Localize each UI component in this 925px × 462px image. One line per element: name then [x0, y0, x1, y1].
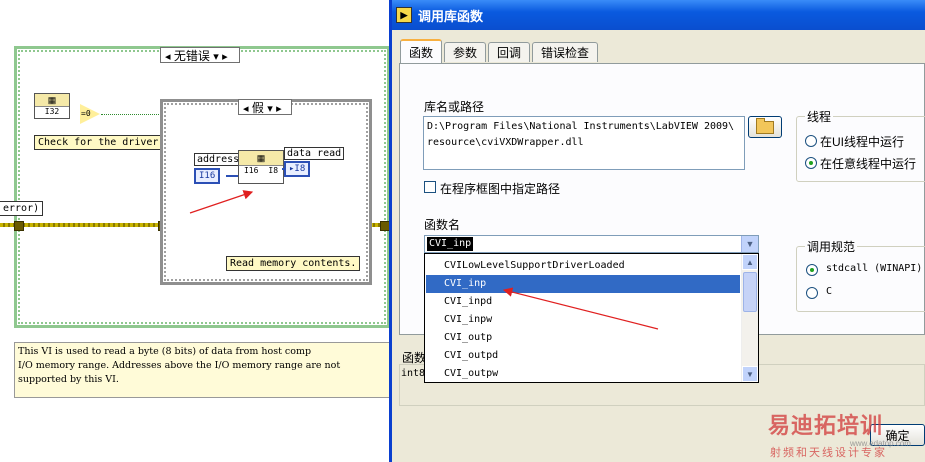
list-scrollbar[interactable]: ▲ ▼ [741, 254, 758, 382]
vi-description: This VI is used to read a byte (8 bits) … [14, 342, 390, 398]
increment-icon[interactable]: ▸ [222, 51, 228, 63]
library-icon: ▦ [256, 152, 266, 163]
watermark-brand: 易迪拓培训 [768, 413, 884, 438]
function-name-combo[interactable]: CVI_inp ▼ [424, 235, 759, 253]
read-comment: Read memory contents. [226, 256, 361, 271]
folder-icon [756, 117, 774, 134]
calling-convention-title: 调用规范 [805, 238, 858, 255]
address-control[interactable]: I16 [194, 168, 221, 184]
scroll-thumb[interactable] [743, 272, 757, 312]
error-tunnel-left[interactable] [14, 221, 24, 231]
driver-check-subvi[interactable]: ▦ I32 [34, 93, 70, 119]
inner-case-label: 假 [251, 101, 264, 115]
boolean-wire[interactable] [101, 114, 161, 115]
browse-button[interactable] [748, 116, 782, 138]
scroll-up-icon[interactable]: ▲ [742, 254, 758, 270]
list-item[interactable]: CVILowLevelSupportDriverLoaded [426, 257, 740, 275]
list-item-selected[interactable]: CVI_inp [426, 275, 740, 293]
tab-error-checking[interactable]: 错误检查 [532, 42, 599, 62]
address-label: address [194, 153, 243, 166]
labview-app-icon: ▶ [396, 7, 412, 23]
specify-path-label: 在程序框图中指定路径 [440, 182, 561, 196]
specify-path-checkbox[interactable] [424, 181, 436, 193]
driver-comment: Check for the driver. [34, 135, 169, 150]
function-list-dropdown[interactable]: CVILowLevelSupportDriverLoaded CVI_inp C… [424, 253, 759, 383]
list-item[interactable]: CVI_inpd [426, 293, 740, 311]
list-item[interactable]: CVI_outpd [426, 347, 740, 365]
call-library-node[interactable]: ▦ I16 I8 [238, 150, 284, 184]
prototype-label: 函数 [402, 351, 427, 365]
radio-c-label: C [826, 286, 833, 297]
outer-case-label: 无错误 [173, 49, 210, 63]
driver-icon: ▦ [47, 94, 57, 105]
decrement-icon[interactable]: ◂ [165, 51, 171, 63]
dialog-title: 调用库函数 [418, 8, 484, 24]
library-path-field[interactable]: D:\Program Files\National Instruments\La… [423, 116, 745, 170]
chevron-down-icon[interactable]: ▼ [741, 236, 758, 252]
function-name-value: CVI_inp [427, 237, 474, 251]
compare-output-label: =0 [81, 109, 91, 118]
radio-any-thread-label: 在任意线程中运行 [820, 157, 917, 171]
dialog-titlebar[interactable]: ▶ 调用库函数 [392, 0, 925, 30]
error-cluster-label: error) [0, 201, 44, 216]
dropdown-icon[interactable]: ▾ [267, 103, 273, 115]
address-wire[interactable] [226, 175, 238, 177]
list-item[interactable]: CVI_inpw [426, 311, 740, 329]
list-item[interactable]: CVI_outp [426, 329, 740, 347]
radio-stdcall[interactable] [806, 264, 818, 276]
calling-convention-group [796, 246, 925, 312]
radio-any-thread[interactable] [805, 157, 817, 169]
tab-function[interactable]: 函数 [400, 39, 443, 63]
data-read-indicator[interactable]: ▸I8 [284, 161, 311, 177]
prototype-value: int8 [401, 368, 426, 379]
decrement-icon[interactable]: ◂ [243, 103, 249, 115]
thread-group-title: 线程 [805, 108, 834, 125]
library-path-label: 库名或路径 [424, 100, 485, 114]
tab-callbacks[interactable]: 回调 [488, 42, 531, 62]
block-diagram: ◂ 无错误 ▾ ▸ error) ▦ I32 =0 Check for the … [0, 0, 390, 462]
watermark-sub: 射频和天线设计专家 [770, 447, 887, 459]
scroll-down-icon[interactable]: ▼ [742, 366, 758, 382]
dropdown-icon[interactable]: ▾ [213, 51, 219, 63]
inner-case-selector[interactable]: ◂ 假 ▾ ▸ [238, 99, 292, 115]
radio-ui-thread-label: 在UI线程中运行 [820, 135, 905, 149]
radio-ui-thread[interactable] [805, 135, 817, 147]
function-name-label: 函数名 [424, 218, 461, 232]
dialog-tabs: 函数 参数 回调 错误检查 [400, 39, 600, 63]
increment-icon[interactable]: ▸ [276, 103, 282, 115]
outer-case-selector[interactable]: ◂ 无错误 ▾ ▸ [160, 47, 240, 63]
radio-c[interactable] [806, 287, 818, 299]
data-read-label: data read [284, 147, 345, 160]
tab-parameters[interactable]: 参数 [444, 42, 487, 62]
list-item[interactable]: CVI_outpw [426, 365, 740, 383]
radio-stdcall-label: stdcall (WINAPI) [826, 263, 923, 274]
